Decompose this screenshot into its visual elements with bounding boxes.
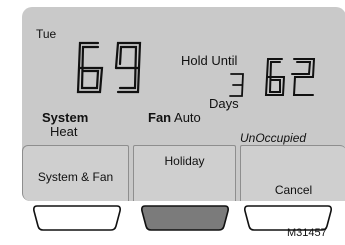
occupancy-status: UnOccupied bbox=[240, 131, 307, 145]
hold-days-value bbox=[229, 73, 244, 97]
softkey-system-fan[interactable]: System & Fan bbox=[22, 145, 129, 201]
hardware-button-center[interactable] bbox=[139, 204, 231, 232]
softkey-cancel-label: Cancel bbox=[274, 183, 313, 197]
hold-until-label: Hold Until bbox=[181, 53, 238, 68]
fan-status: Fan Auto bbox=[148, 110, 201, 125]
figure-code: M31457 bbox=[287, 227, 327, 239]
softkey-cancel[interactable]: Cancel bbox=[240, 145, 345, 201]
day-of-week: Tue bbox=[36, 27, 57, 41]
softkey-system-fan-label: System & Fan bbox=[37, 170, 114, 184]
hardware-button-left[interactable] bbox=[31, 204, 123, 232]
softkey-holiday-label: Holiday bbox=[164, 154, 205, 168]
setpoint-temperature bbox=[264, 58, 316, 96]
system-mode: Heat bbox=[50, 124, 78, 139]
days-label: Days bbox=[209, 96, 239, 111]
fan-mode: Auto bbox=[174, 110, 201, 125]
softkey-holiday[interactable]: Holiday bbox=[133, 145, 236, 201]
system-label: System bbox=[42, 110, 89, 125]
current-temperature bbox=[76, 41, 142, 94]
fan-label: Fan bbox=[148, 110, 172, 125]
